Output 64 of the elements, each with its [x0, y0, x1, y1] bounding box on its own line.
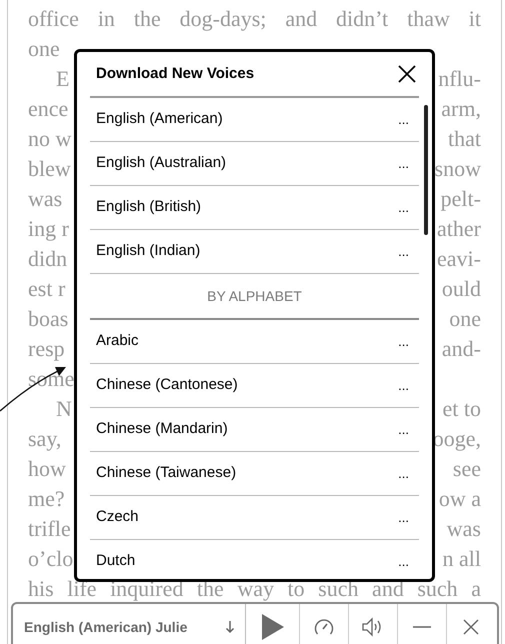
more-button[interactable]: ...	[394, 511, 413, 524]
book-text: ing r	[28, 218, 69, 240]
dialog-title: Download New Voices	[96, 64, 254, 84]
close-icon[interactable]	[463, 619, 479, 635]
more-button[interactable]: ...	[394, 335, 413, 348]
book-text: office in the dog-days; and didn’t thaw it	[28, 8, 481, 30]
book-text: and-	[442, 338, 481, 360]
more-button[interactable]: ...	[394, 555, 413, 568]
book-text: ather	[437, 218, 481, 240]
book-text: resp	[28, 338, 65, 360]
voice-name[interactable]: Chinese (Cantonese)	[96, 374, 238, 397]
voice-name[interactable]: Chinese (Mandarin)	[96, 418, 228, 441]
download-arrow-icon[interactable]	[225, 620, 235, 634]
book-text: ould	[442, 278, 481, 300]
book-text: one	[28, 38, 60, 60]
more-button[interactable]: ...	[394, 201, 413, 214]
book-text: boas	[28, 308, 68, 330]
book-text: eavi-	[437, 248, 481, 270]
book-text: that	[448, 128, 481, 150]
voice-name[interactable]: Czech	[96, 506, 139, 529]
voice-name[interactable]: Dutch	[96, 550, 136, 573]
book-text: ooge,	[432, 428, 481, 450]
section-header: BY ALPHABET	[207, 286, 302, 306]
book-text: was	[28, 188, 62, 210]
book-text: blew	[28, 158, 71, 180]
book-text: N	[56, 398, 72, 420]
speedometer-icon[interactable]	[314, 618, 334, 636]
minimize-icon[interactable]	[413, 626, 431, 628]
more-button[interactable]: ...	[394, 157, 413, 170]
more-button[interactable]: ...	[394, 379, 413, 392]
book-text: E	[56, 68, 70, 90]
book-text: pelt-	[440, 188, 481, 210]
voice-name[interactable]: English (Australian)	[96, 152, 226, 175]
book-text: how	[28, 458, 66, 480]
voice-name[interactable]: Arabic	[96, 330, 139, 353]
book-text: see	[452, 458, 481, 480]
more-button[interactable]: ...	[394, 113, 413, 126]
book-text: arm,	[441, 98, 481, 120]
book-text: et to	[442, 398, 481, 420]
voice-name[interactable]: English (Indian)	[96, 240, 200, 263]
book-text: nflu-	[438, 68, 481, 90]
book-text: snow	[434, 158, 481, 180]
book-text: ence	[28, 98, 68, 120]
voice-name[interactable]: Chinese (Taiwanese)	[96, 462, 236, 485]
book-text: didn	[28, 248, 68, 270]
book-text: no w	[28, 128, 72, 150]
book-text: trifle	[28, 518, 71, 540]
book-text: one	[449, 308, 481, 330]
voice-selector[interactable]: English (American) Julie	[24, 616, 188, 638]
voice-name[interactable]: English (British)	[96, 196, 202, 219]
book-text: o’clo	[28, 548, 74, 570]
more-button[interactable]: ...	[394, 245, 413, 258]
book-text: his life inquired the way to such and such a	[28, 578, 481, 600]
book-text: was	[446, 518, 481, 540]
book-text: n all	[442, 548, 481, 570]
book-text: ow a	[438, 488, 481, 510]
book-text: say,	[28, 428, 62, 450]
play-icon[interactable]	[262, 614, 284, 640]
book-text: est r	[28, 278, 66, 300]
book-text: me?	[28, 488, 65, 510]
voice-name[interactable]: English (American)	[96, 108, 223, 131]
more-button[interactable]: ...	[394, 467, 413, 480]
close-icon	[398, 65, 416, 83]
more-button[interactable]: ...	[394, 423, 413, 436]
